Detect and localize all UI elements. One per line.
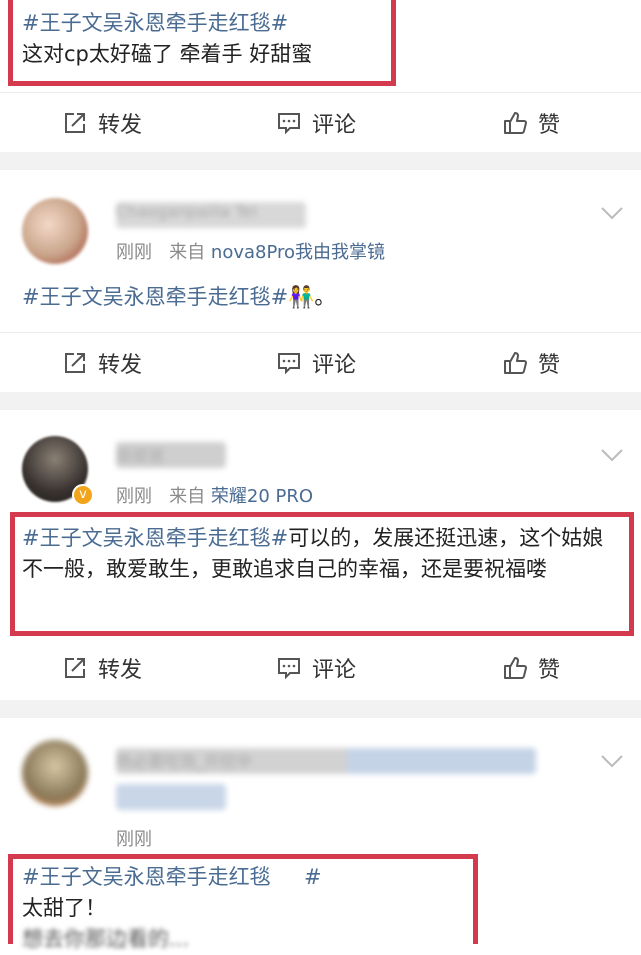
- blurred-subtitle: [116, 784, 226, 810]
- forward-label: 转发: [98, 658, 143, 683]
- like-label: 赞: [538, 113, 561, 138]
- action-bar: 转发 评论 赞: [0, 92, 641, 153]
- comment-icon: [278, 658, 300, 680]
- share-icon: [65, 113, 85, 133]
- comment-button[interactable]: 评论: [276, 93, 356, 153]
- like-button[interactable]: 赞: [502, 93, 560, 153]
- comment-icon: [278, 353, 300, 375]
- comment-button[interactable]: 评论: [276, 333, 356, 393]
- like-button[interactable]: 赞: [502, 333, 560, 393]
- chevron-down-icon[interactable]: [601, 206, 623, 220]
- emoji: 👫: [288, 285, 315, 309]
- post-meta: 刚刚 来自 荣耀20 PRO: [116, 482, 313, 508]
- share-icon: [65, 658, 85, 678]
- action-bar: 转发 评论 赞: [0, 638, 641, 698]
- from-label: 来自: [169, 486, 206, 507]
- separator: [0, 152, 641, 170]
- comment-button[interactable]: 评论: [276, 638, 356, 698]
- post-time: 刚刚: [116, 829, 152, 850]
- post-1: #王子文吴永恩牵手走红毯# 这对cp太好磕了 牵着手 好甜蜜 转发 评论 赞: [0, 0, 641, 152]
- comment-label: 评论: [312, 113, 357, 138]
- like-label: 赞: [538, 658, 561, 683]
- forward-label: 转发: [98, 353, 143, 378]
- avatar[interactable]: [22, 198, 88, 264]
- device-source[interactable]: nova8Pro我由我掌镜: [211, 242, 385, 263]
- like-button[interactable]: 赞: [502, 638, 560, 698]
- avatar[interactable]: [22, 740, 88, 806]
- comment-icon: [278, 113, 300, 135]
- forward-button[interactable]: 转发: [62, 638, 142, 698]
- like-label: 赞: [538, 353, 561, 378]
- username-blurred[interactable]: 叔叔说: [116, 442, 226, 468]
- thumbs-up-icon: [504, 657, 527, 679]
- post-time: 刚刚: [116, 242, 152, 263]
- post-2: Chaoganpaiila Tel 刚刚 来自 nova8Pro我由我掌镜 #王…: [0, 170, 641, 392]
- thumbs-up-icon: [504, 112, 527, 134]
- comment-label: 评论: [312, 353, 357, 378]
- device-source[interactable]: 荣耀20 PRO: [211, 486, 313, 507]
- highlight-box: [10, 512, 634, 636]
- action-bar: 转发 评论 赞: [0, 332, 641, 393]
- username-blurred[interactable]: 杨必要吃饱_开挖中: [116, 748, 536, 774]
- separator: [0, 392, 641, 410]
- from-label: 来自: [169, 242, 206, 263]
- separator: [0, 700, 641, 718]
- post-time: 刚刚: [116, 486, 152, 507]
- post-4: 杨必要吃饱_开挖中 刚刚 #王子文吴永恩牵手走红毯 # 太甜了！ 想去你那边看的…: [0, 718, 641, 951]
- forward-button[interactable]: 转发: [62, 333, 142, 393]
- highlight-box: [8, 0, 396, 86]
- share-icon: [65, 353, 85, 373]
- chevron-down-icon[interactable]: [601, 448, 623, 462]
- post-meta: 刚刚 来自 nova8Pro我由我掌镜: [116, 238, 385, 264]
- hashtag-link[interactable]: #王子文吴永恩牵手走红毯#: [22, 285, 288, 309]
- verified-badge: v: [72, 484, 94, 506]
- thumbs-up-icon: [504, 352, 527, 374]
- chevron-down-icon[interactable]: [601, 754, 623, 768]
- highlight-box: [8, 854, 478, 944]
- post-2-text: #王子文吴永恩牵手走红毯#👫。: [22, 282, 335, 313]
- post-3: v 叔叔说 刚刚 来自 荣耀20 PRO #王子文吴永恩牵手走红毯#可以的，发展…: [0, 410, 641, 700]
- forward-button[interactable]: 转发: [62, 93, 142, 153]
- post-body: 。: [314, 285, 336, 309]
- post-meta: 刚刚: [116, 825, 152, 851]
- comment-label: 评论: [312, 658, 357, 683]
- forward-label: 转发: [98, 113, 143, 138]
- username-blurred[interactable]: Chaoganpaiila Tel: [116, 202, 306, 228]
